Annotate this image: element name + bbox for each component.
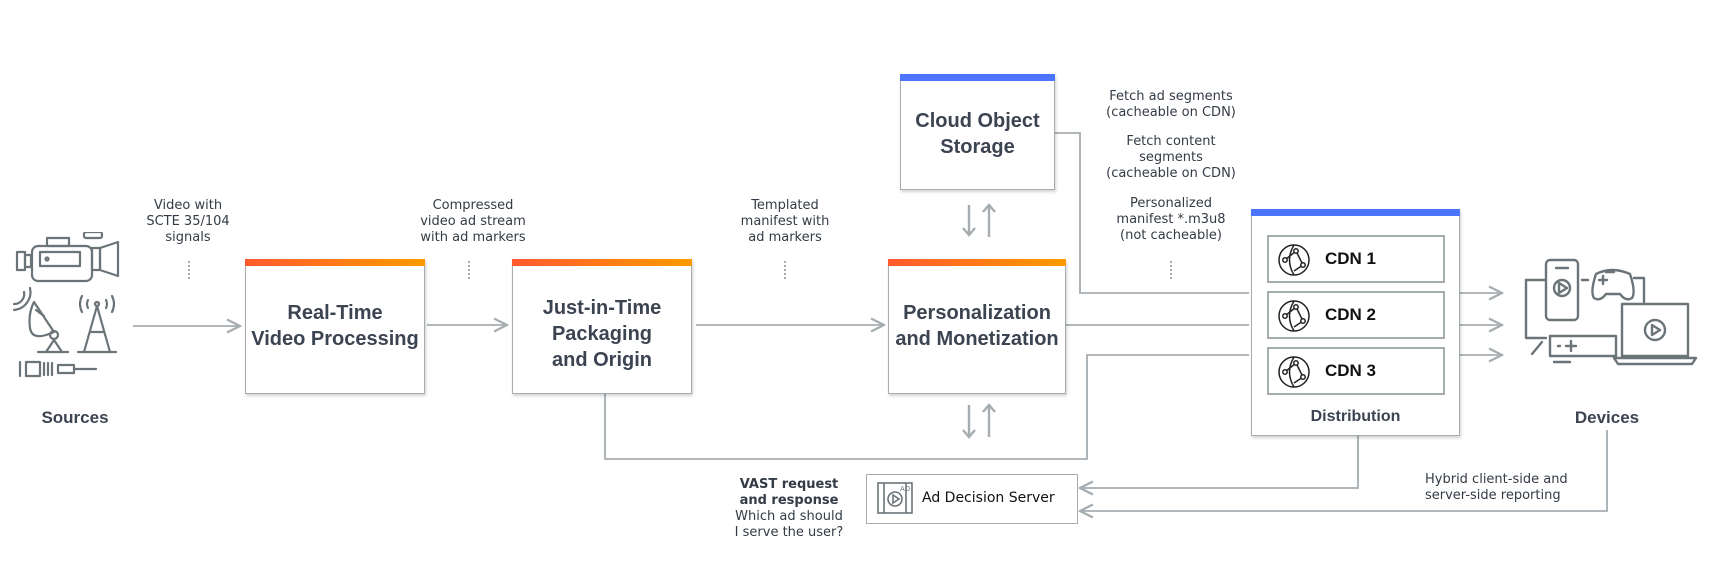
sources-label: Sources [41, 408, 109, 427]
node-personalization-monetization[interactable]: Personalization and Monetization [888, 259, 1066, 394]
devices-label: Devices [1574, 408, 1640, 427]
game-controller-icon [1591, 268, 1635, 301]
cdn-item[interactable]: CDN 2 [1267, 291, 1445, 339]
video-camera-icon [15, 232, 120, 283]
laptop-icon [1612, 302, 1698, 366]
dotted-separator [468, 261, 470, 281]
accent-bar [512, 259, 692, 266]
svg-text:AD: AD [900, 485, 910, 493]
label-fetch-ad-segments: Fetch ad segments (cacheable on CDN) [1106, 89, 1236, 120]
cdn-globe-icon [1278, 356, 1310, 388]
set-top-box-icon [1548, 334, 1618, 364]
ad-video-icon: AD [877, 482, 913, 514]
node-distribution[interactable]: CDN 1 CDN 2 CDN 3 Distribution [1251, 209, 1460, 436]
smartphone-icon [1544, 258, 1580, 322]
bidirectional-arrow-pm-ads [962, 403, 996, 439]
accent-bar [1251, 209, 1460, 216]
label-personalized-manifest: Personalized manifest *.m3u8 (not cacheabl… [1116, 196, 1226, 243]
satellite-dish-icon [12, 286, 70, 354]
node-ad-decision-server[interactable]: AD Ad Decision Server [866, 474, 1078, 524]
label-templated-manifest: Templated manifest with ad markers [740, 198, 830, 245]
dotted-separator [784, 261, 786, 281]
tv-icon [1524, 278, 1548, 340]
node-real-time-video-processing[interactable]: Real-Time Video Processing [245, 259, 425, 394]
dotted-separator [188, 261, 190, 281]
accent-bar [245, 259, 425, 266]
label-fetch-content-segments: Fetch content segments (cacheable on CDN) [1106, 134, 1236, 181]
accent-bar [900, 74, 1055, 81]
label-compressed-stream: Compressed video ad stream with ad markers [420, 198, 526, 245]
dotted-separator [1170, 261, 1172, 281]
fiber-cable-icon [18, 360, 98, 378]
cdn-item[interactable]: CDN 3 [1267, 347, 1445, 395]
distribution-label: Distribution [1310, 408, 1401, 425]
ad-decision-server-label: Ad Decision Server [922, 490, 1055, 506]
cdn-globe-icon [1278, 300, 1310, 332]
bidirectional-arrow-storage-pm [962, 203, 996, 237]
cdn-globe-icon [1278, 244, 1310, 276]
broadcast-tower-icon [76, 294, 118, 354]
devices-icons [1524, 258, 1698, 366]
node-just-in-time-packaging[interactable]: Just-in-Time Packaging and Origin [512, 259, 692, 394]
arrow-distribution-to-ads [1080, 436, 1359, 488]
sources-icons [12, 232, 120, 378]
cdn-item[interactable]: CDN 1 [1267, 235, 1445, 283]
label-vast-request: VAST request and response Which ad shoul… [734, 477, 844, 540]
label-hybrid-reporting: Hybrid client-side and server-side report… [1425, 472, 1568, 503]
label-video-scte: Video with SCTE 35/104 signals [146, 198, 230, 245]
accent-bar [888, 259, 1066, 266]
node-cloud-object-storage[interactable]: Cloud Object Storage [900, 74, 1055, 190]
